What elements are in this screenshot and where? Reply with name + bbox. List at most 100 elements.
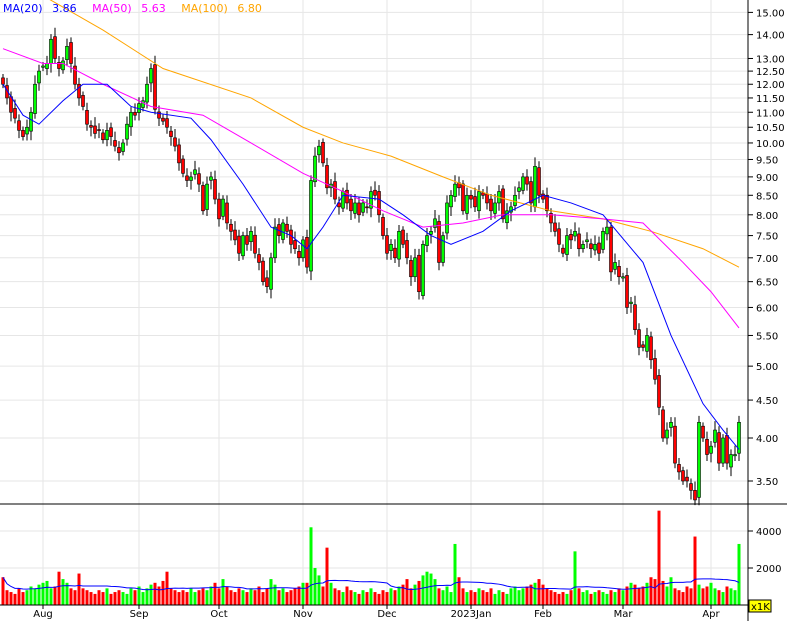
candle <box>553 214 557 237</box>
price-tick-label: 12.00 <box>756 80 785 91</box>
candle-body <box>377 191 381 216</box>
price-tick-label: 5.50 <box>756 331 778 342</box>
volume-bar <box>333 588 337 605</box>
volume-bar <box>289 590 293 605</box>
volume-bar <box>457 577 461 605</box>
candle-body <box>25 126 29 135</box>
candle-body <box>109 127 113 137</box>
candle <box>525 169 529 191</box>
candle-body <box>553 222 557 232</box>
volume-tick-label: 2000 <box>756 564 781 575</box>
ma100-value: 6.80 <box>237 2 262 15</box>
volume-bar <box>701 588 705 605</box>
candle-body <box>453 183 457 197</box>
candle <box>693 481 697 506</box>
volume-bar <box>257 586 261 605</box>
volume-bar <box>609 590 613 605</box>
volume-bar <box>469 590 473 605</box>
candle <box>89 120 93 137</box>
volume-bar <box>485 592 489 605</box>
volume-bar <box>489 588 493 605</box>
candle <box>397 224 401 267</box>
month-label: Oct <box>210 609 227 620</box>
candle-body <box>21 130 25 137</box>
volume-bar <box>657 510 661 605</box>
candle-body <box>441 235 445 263</box>
volume-bar <box>57 571 61 605</box>
candle-body <box>233 229 237 241</box>
price-tick-label: 11.50 <box>756 94 785 105</box>
unit-badge-label: x1K <box>751 602 770 613</box>
candle-body <box>721 437 725 464</box>
candle-body <box>117 147 121 154</box>
volume-bar <box>41 582 45 605</box>
candle-body <box>41 65 45 68</box>
candle <box>381 213 385 240</box>
candle-body <box>533 166 537 208</box>
candle-body <box>689 483 693 491</box>
candle-body <box>425 235 429 246</box>
volume-bar <box>393 590 397 605</box>
volume-bar <box>193 592 197 605</box>
candle <box>713 421 717 448</box>
volume-bar <box>361 590 365 605</box>
price-tick-label: 6.50 <box>756 278 778 289</box>
candle <box>241 231 245 260</box>
volume-bar <box>405 579 409 605</box>
candle-body <box>653 358 657 380</box>
candle-body <box>169 130 173 137</box>
candle-body <box>249 231 253 243</box>
volume-bar <box>233 592 237 605</box>
candle <box>85 102 89 131</box>
volume-bar <box>89 592 93 605</box>
candle-body <box>449 194 453 208</box>
candle <box>645 327 649 358</box>
candle-body <box>153 64 157 110</box>
volume-bar <box>645 582 649 605</box>
candle-body <box>237 235 241 254</box>
volume-bar <box>577 588 581 605</box>
candle <box>589 238 593 258</box>
volume-bar <box>221 579 225 605</box>
candle-body <box>245 235 249 245</box>
volume-bar <box>337 590 341 605</box>
candle-body <box>461 183 465 212</box>
volume-bar <box>85 590 89 605</box>
volume-bar <box>13 593 17 605</box>
candle-body <box>145 83 149 103</box>
candle <box>545 187 549 218</box>
volume-bar <box>133 590 137 605</box>
price-tick-label: 4.50 <box>756 396 778 407</box>
candle-body <box>685 476 689 482</box>
candle-body <box>657 375 661 408</box>
volume-bar <box>613 592 617 605</box>
candle-body <box>37 70 41 84</box>
volume-bar <box>297 586 301 605</box>
volume-bar <box>693 536 697 605</box>
ma-line-ma20 <box>2 83 740 450</box>
candle-body <box>205 183 209 210</box>
candle <box>657 369 661 416</box>
month-label: Mar <box>614 609 634 620</box>
volume-bar <box>465 592 469 605</box>
candle-body <box>521 176 525 191</box>
candle-body <box>101 132 105 141</box>
candle <box>229 219 233 241</box>
candle <box>393 239 397 263</box>
candle <box>673 417 677 469</box>
candle <box>57 55 61 77</box>
candle-body <box>401 229 405 245</box>
ma100-label: MA(100) <box>181 2 228 15</box>
volume-bar <box>37 584 41 605</box>
volume-bar <box>669 577 673 605</box>
candle-body <box>85 110 89 125</box>
candle-body <box>193 169 197 175</box>
ma20-value: 3.86 <box>52 2 77 15</box>
volume-bar <box>281 588 285 605</box>
candle <box>321 138 325 167</box>
candle <box>709 441 713 463</box>
volume-bar <box>581 592 585 605</box>
candle <box>389 239 393 260</box>
candle-body <box>93 125 97 134</box>
month-label: Aug <box>33 609 53 620</box>
